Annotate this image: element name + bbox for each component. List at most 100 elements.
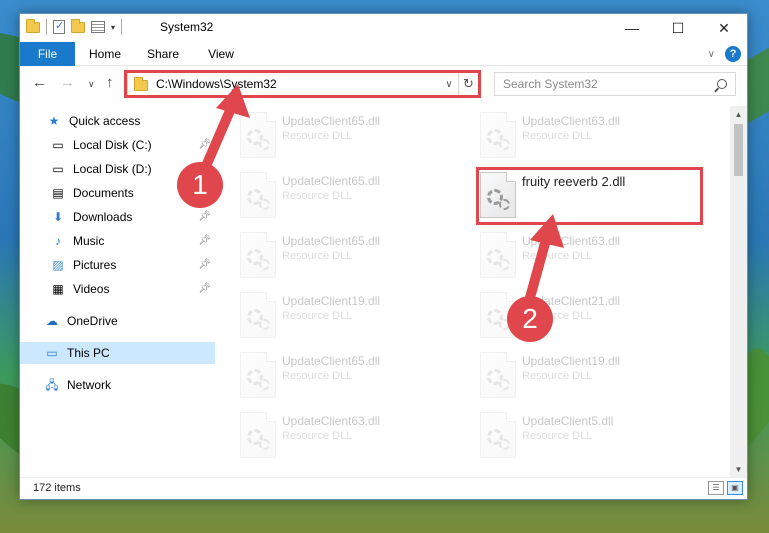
sidebar-item-label: Videos	[73, 282, 110, 296]
file-name: UpdateClient63.dll	[522, 234, 621, 248]
quick-access-toolbar: ▾	[26, 18, 123, 35]
scroll-thumb[interactable]	[734, 124, 743, 176]
search-box[interactable]: Search System32	[494, 72, 736, 96]
toolbar-separator	[121, 19, 123, 35]
file-item[interactable]: UpdateClient63.dll Resource DLL	[480, 112, 710, 166]
ribbon-tabs: File Home Share View ∨ ?	[20, 42, 747, 66]
file-name: UpdateClient63.dll	[522, 114, 621, 128]
view-toggle: ☰ ▣	[708, 481, 743, 495]
file-name: UpdateClient19.dll	[282, 294, 381, 308]
properties-icon[interactable]	[91, 21, 105, 33]
dll-file-icon	[240, 112, 276, 158]
recent-locations-chevron-icon[interactable]: ∨	[88, 79, 95, 90]
sidebar-item-onedrive[interactable]: ☁ OneDrive	[20, 310, 215, 332]
file-item[interactable]: UpdateClient63.dll Resource DLL	[480, 232, 710, 286]
dll-file-icon	[480, 352, 516, 398]
scroll-up-arrow-icon[interactable]: ▲	[730, 106, 747, 123]
item-count: 172 items	[33, 482, 81, 494]
file-name: UpdateClient63.dll	[282, 414, 381, 428]
file-type: Resource DLL	[282, 310, 353, 322]
file-name: UpdateClient65.dll	[282, 234, 381, 248]
details-view-icon[interactable]: ☰	[708, 481, 724, 495]
pin-icon: 📌︎	[198, 211, 211, 222]
file-item[interactable]: UpdateClient65.dll Resource DLL	[240, 112, 470, 166]
sidebar-item-downloads[interactable]: ⬇ Downloads 📌︎	[20, 206, 215, 228]
close-button[interactable]: ✕	[701, 14, 747, 42]
maximize-button[interactable]: ☐	[655, 14, 701, 42]
minimize-button[interactable]: —	[609, 14, 655, 42]
file-highlight-box	[476, 167, 703, 225]
dll-file-icon	[480, 232, 516, 278]
dll-file-icon	[240, 412, 276, 458]
new-folder-icon[interactable]	[71, 18, 85, 33]
file-item[interactable]: UpdateClient65.dll Resource DLL	[240, 352, 470, 406]
dll-file-icon	[240, 352, 276, 398]
file-item[interactable]: UpdateClient19.dll Resource DLL	[480, 352, 710, 406]
tab-share[interactable]: Share	[138, 42, 188, 66]
navigation-pane: ★ Quick access ▭ Local Disk (C:) 📌︎ ▭ Lo…	[20, 106, 215, 476]
file-type: Resource DLL	[282, 430, 353, 442]
file-name: UpdateClient65.dll	[282, 114, 381, 128]
window-controls: — ☐ ✕	[609, 14, 747, 42]
status-bar: 172 items ☰ ▣	[20, 477, 747, 499]
sidebar-item-videos[interactable]: ▦ Videos 📌︎	[20, 278, 215, 300]
pin-icon: 📌︎	[198, 259, 211, 270]
vertical-scrollbar[interactable]: ▲ ▼	[730, 106, 747, 478]
help-icon[interactable]: ?	[725, 46, 741, 62]
title-bar: ▾ System32 — ☐ ✕	[20, 14, 747, 42]
onedrive-icon: ☁	[46, 314, 58, 328]
pin-icon: 📌︎	[198, 235, 211, 246]
dll-file-icon	[480, 412, 516, 458]
file-type: Resource DLL	[522, 430, 593, 442]
drive-icon: ▭	[52, 162, 64, 176]
sidebar-item-label: Documents	[73, 186, 134, 200]
file-item[interactable]: UpdateClient65.dll Resource DLL	[240, 172, 470, 226]
file-type: Resource DLL	[282, 190, 353, 202]
file-name: UpdateClient5.dll	[522, 414, 614, 428]
downloads-icon: ⬇	[52, 210, 64, 224]
step-2-badge: 2	[507, 296, 553, 342]
file-item[interactable]: UpdateClient63.dll Resource DLL	[240, 412, 470, 466]
sidebar-item-label: Local Disk (C:)	[73, 138, 152, 152]
sidebar-item-label: Music	[73, 234, 105, 248]
sidebar-item-pictures[interactable]: ▨ Pictures 📌︎	[20, 254, 215, 276]
documents-icon: ▤	[52, 186, 64, 200]
ribbon-right-controls: ∨ ?	[708, 46, 741, 62]
sidebar-item-local-disk-c[interactable]: ▭ Local Disk (C:) 📌︎	[20, 134, 215, 156]
search-icon[interactable]	[717, 79, 727, 89]
forward-arrow-icon[interactable]: →	[60, 74, 75, 91]
tab-view[interactable]: View	[196, 42, 246, 66]
expand-ribbon-chevron-icon[interactable]: ∨	[708, 49, 715, 60]
sidebar-item-label: OneDrive	[67, 314, 118, 328]
back-arrow-icon[interactable]: ←	[32, 74, 47, 91]
sidebar-item-this-pc[interactable]: ▭ This PC	[20, 342, 215, 364]
sidebar-item-label: Local Disk (D:)	[73, 162, 152, 176]
pin-icon: 📌︎	[198, 283, 211, 294]
properties-check-icon[interactable]	[53, 19, 65, 34]
sidebar-item-label: This PC	[67, 346, 110, 360]
large-icons-view-icon[interactable]: ▣	[727, 481, 743, 495]
file-item[interactable]: UpdateClient5.dll Resource DLL	[480, 412, 710, 466]
up-arrow-icon[interactable]: ↑	[106, 74, 114, 91]
window-title: System32	[160, 20, 214, 34]
tab-file[interactable]: File	[20, 42, 75, 66]
file-type: Resource DLL	[282, 250, 353, 262]
file-item[interactable]: UpdateClient65.dll Resource DLL	[240, 232, 470, 286]
sidebar-item-quick-access[interactable]: ★ Quick access	[20, 110, 215, 132]
tab-home[interactable]: Home	[80, 42, 130, 66]
file-name: UpdateClient19.dll	[522, 354, 621, 368]
dll-file-icon	[240, 292, 276, 338]
search-input[interactable]: Search System32	[503, 77, 598, 91]
file-type: Resource DLL	[282, 130, 353, 142]
videos-icon: ▦	[52, 282, 64, 296]
scroll-down-arrow-icon[interactable]: ▼	[730, 461, 747, 478]
pin-icon: 📌︎	[198, 139, 211, 150]
dll-file-icon	[240, 172, 276, 218]
network-icon: 🖧︎	[45, 378, 59, 392]
sidebar-item-music[interactable]: ♪ Music 📌︎	[20, 230, 215, 252]
drive-icon: ▭	[52, 138, 64, 152]
sidebar-item-network[interactable]: 🖧︎ Network	[20, 374, 215, 396]
customize-toolbar-arrow-icon[interactable]: ▾	[111, 23, 115, 32]
file-type: Resource DLL	[282, 370, 353, 382]
file-item[interactable]: UpdateClient19.dll Resource DLL	[240, 292, 470, 346]
